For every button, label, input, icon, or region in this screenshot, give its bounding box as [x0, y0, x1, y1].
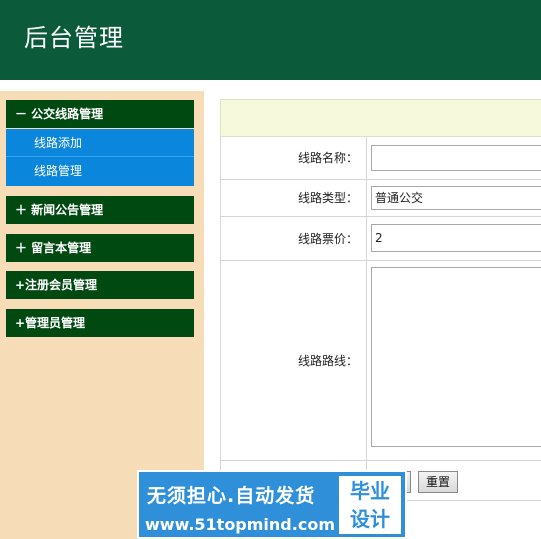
watermark-logo-line2: 设计	[350, 507, 390, 531]
watermark-logo-line1: 毕业	[350, 479, 390, 503]
menu-guestbook[interactable]: ＋ 留言本管理	[6, 234, 194, 262]
route-type-select[interactable]: 普通公交	[371, 186, 541, 210]
route-name-input[interactable]	[371, 145, 541, 171]
form-row-type: 线路类型： 普通公交	[221, 180, 541, 217]
menu-members[interactable]: +注册会员管理	[6, 271, 194, 299]
form-row-price: 线路票价：	[221, 217, 541, 261]
watermark-banner: 无须担心.自动发货 www.51topmind.com 毕业 设计	[137, 470, 407, 539]
watermark-url: www.51topmind.com	[145, 515, 335, 534]
reset-button[interactable]: 重置	[418, 471, 458, 493]
watermark-slogan: 无须担心.自动发货	[147, 485, 316, 507]
route-price-input[interactable]	[371, 224, 541, 252]
menu-news[interactable]: ＋ 新闻公告管理	[6, 196, 194, 224]
menu-admins[interactable]: +管理员管理	[6, 309, 194, 337]
route-name-label: 线路名称：	[221, 137, 367, 179]
menu-bus-route[interactable]: － 公交线路管理	[6, 100, 194, 128]
watermark-logo-box: 毕业 设计	[339, 476, 401, 534]
route-path-label: 线路路线：	[221, 261, 367, 460]
route-form: 线路名称： 线路类型： 普通公交 线路票价： 线路路线： 重置	[220, 137, 541, 501]
submenu-item-route-manage[interactable]: 线路管理	[6, 157, 194, 185]
header-gap	[0, 80, 541, 91]
route-path-textarea[interactable]	[371, 267, 541, 447]
form-header-strip	[220, 99, 541, 137]
header-bar: 后台管理	[0, 0, 541, 80]
form-row-name: 线路名称：	[221, 137, 541, 180]
submenu-item-route-add[interactable]: 线路添加	[6, 129, 194, 157]
route-price-label: 线路票价：	[221, 217, 367, 260]
form-row-route: 线路路线：	[221, 261, 541, 461]
submenu-bus-route: 线路添加 线路管理	[6, 129, 194, 186]
route-type-label: 线路类型：	[221, 180, 367, 216]
page-title: 后台管理	[24, 24, 124, 52]
